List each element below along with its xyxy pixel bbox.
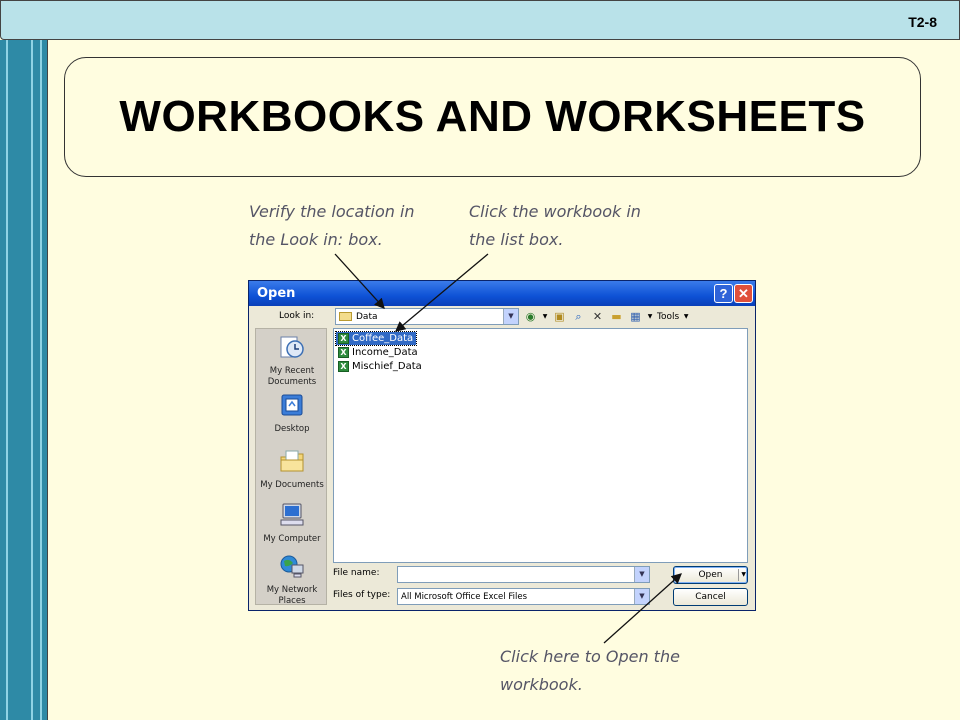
dialog-title: Open bbox=[257, 286, 296, 301]
place-label-1: My Documents bbox=[260, 480, 324, 490]
dialog-title-bar[interactable]: Open ? ✕ bbox=[249, 281, 755, 306]
open-dialog: Open ? ✕ Look in: Data ▼ ◉ ▼ ▣ ⌕ ✕ ▬ ▦ ▼… bbox=[248, 280, 756, 611]
look-in-value: Data bbox=[356, 312, 378, 322]
help-button[interactable]: ? bbox=[714, 284, 733, 303]
views-dropdown-icon[interactable]: ▼ bbox=[647, 310, 653, 324]
callout-open: Click here to Open the workbook. bbox=[500, 643, 680, 699]
place-desktop[interactable]: Desktop bbox=[256, 393, 328, 435]
network-places-icon bbox=[280, 555, 304, 578]
close-button[interactable]: ✕ bbox=[734, 284, 753, 303]
excel-file-icon: X bbox=[338, 361, 349, 372]
files-of-type-value: All Microsoft Office Excel Files bbox=[401, 592, 528, 602]
place-label-1: My Recent bbox=[269, 366, 315, 376]
place-label-1: My Computer bbox=[263, 534, 321, 544]
back-dropdown-icon[interactable]: ▼ bbox=[542, 310, 548, 324]
file-name: Mischief_Data bbox=[352, 361, 422, 372]
callout-open-line-1: Click here to Open the bbox=[500, 647, 680, 666]
place-label-1: My Network bbox=[266, 585, 318, 595]
place-my-computer[interactable]: My Computer bbox=[256, 503, 328, 545]
file-list[interactable]: X Coffee_Data X Income_Data X Mischief_D… bbox=[333, 328, 748, 563]
delete-icon[interactable]: ✕ bbox=[590, 310, 605, 324]
chevron-down-icon[interactable]: ▼ bbox=[634, 567, 649, 582]
new-folder-icon[interactable]: ▬ bbox=[609, 310, 624, 324]
open-button[interactable]: Open ▼ bbox=[673, 566, 748, 584]
chevron-down-icon[interactable]: ▼ bbox=[634, 589, 649, 604]
chevron-down-icon[interactable]: ▼ bbox=[503, 309, 518, 324]
files-of-type-label: Files of type: bbox=[333, 590, 391, 600]
excel-file-icon: X bbox=[338, 333, 349, 344]
slide-title-box: WORKBOOKS AND WORKSHEETS bbox=[64, 57, 921, 177]
open-button-divider bbox=[738, 569, 739, 581]
callout-workbook: Click the workbook in the list box. bbox=[469, 198, 641, 254]
excel-file-icon: X bbox=[338, 347, 349, 358]
back-icon[interactable]: ◉ bbox=[523, 310, 538, 324]
place-my-documents[interactable]: My Documents bbox=[256, 449, 328, 491]
tools-menu[interactable]: Tools bbox=[657, 312, 679, 322]
place-my-recent-documents[interactable]: My Recent Documents bbox=[256, 335, 328, 388]
file-name-field[interactable]: ▼ bbox=[397, 566, 650, 583]
place-label-1: Desktop bbox=[274, 424, 310, 434]
tools-dropdown-icon[interactable]: ▼ bbox=[683, 310, 689, 324]
files-of-type-dropdown[interactable]: All Microsoft Office Excel Files ▼ bbox=[397, 588, 650, 605]
up-folder-icon[interactable]: ▣ bbox=[552, 310, 567, 324]
file-item[interactable]: X Income_Data bbox=[336, 346, 421, 359]
places-bar: My Recent Documents Desktop My Documents bbox=[255, 328, 328, 607]
cancel-button[interactable]: Cancel bbox=[673, 588, 748, 606]
place-label-2: Documents bbox=[267, 377, 317, 387]
file-name: Coffee_Data bbox=[352, 333, 414, 344]
open-options-dropdown-icon[interactable]: ▼ bbox=[741, 567, 746, 583]
slide-top-bar: T2-8 bbox=[0, 0, 960, 40]
callout-workbook-line-2: the list box. bbox=[469, 230, 564, 249]
dialog-toolbar: ◉ ▼ ▣ ⌕ ✕ ▬ ▦ ▼ Tools ▼ bbox=[523, 308, 689, 326]
my-documents-icon bbox=[280, 450, 304, 472]
file-item[interactable]: X Mischief_Data bbox=[336, 360, 425, 373]
slide-left-bar bbox=[0, 40, 48, 720]
folder-icon bbox=[339, 312, 352, 321]
callout-look-in-line-1: Verify the location in bbox=[249, 202, 415, 221]
place-label-2: Places bbox=[278, 596, 306, 606]
callout-open-line-2: workbook. bbox=[500, 675, 583, 694]
look-in-dropdown[interactable]: Data ▼ bbox=[335, 308, 519, 325]
open-button-label: Open bbox=[698, 570, 723, 580]
recent-documents-icon bbox=[280, 336, 304, 358]
callout-workbook-line-1: Click the workbook in bbox=[469, 202, 641, 221]
place-my-network-places[interactable]: My Network Places bbox=[256, 554, 328, 607]
callout-look-in: Verify the location in the Look in: box. bbox=[249, 198, 415, 254]
look-in-label: Look in: bbox=[279, 311, 315, 321]
search-web-icon[interactable]: ⌕ bbox=[571, 310, 586, 324]
callout-look-in-line-2: the Look in: box. bbox=[249, 230, 383, 249]
desktop-icon bbox=[281, 394, 303, 416]
slide-title: WORKBOOKS AND WORKSHEETS bbox=[119, 92, 866, 141]
file-name-label: File name: bbox=[333, 568, 380, 578]
file-name: Income_Data bbox=[352, 347, 418, 358]
file-item[interactable]: X Coffee_Data bbox=[334, 331, 418, 346]
slide-number: T2-8 bbox=[908, 14, 937, 30]
my-computer-icon bbox=[280, 503, 304, 526]
views-icon[interactable]: ▦ bbox=[628, 310, 643, 324]
